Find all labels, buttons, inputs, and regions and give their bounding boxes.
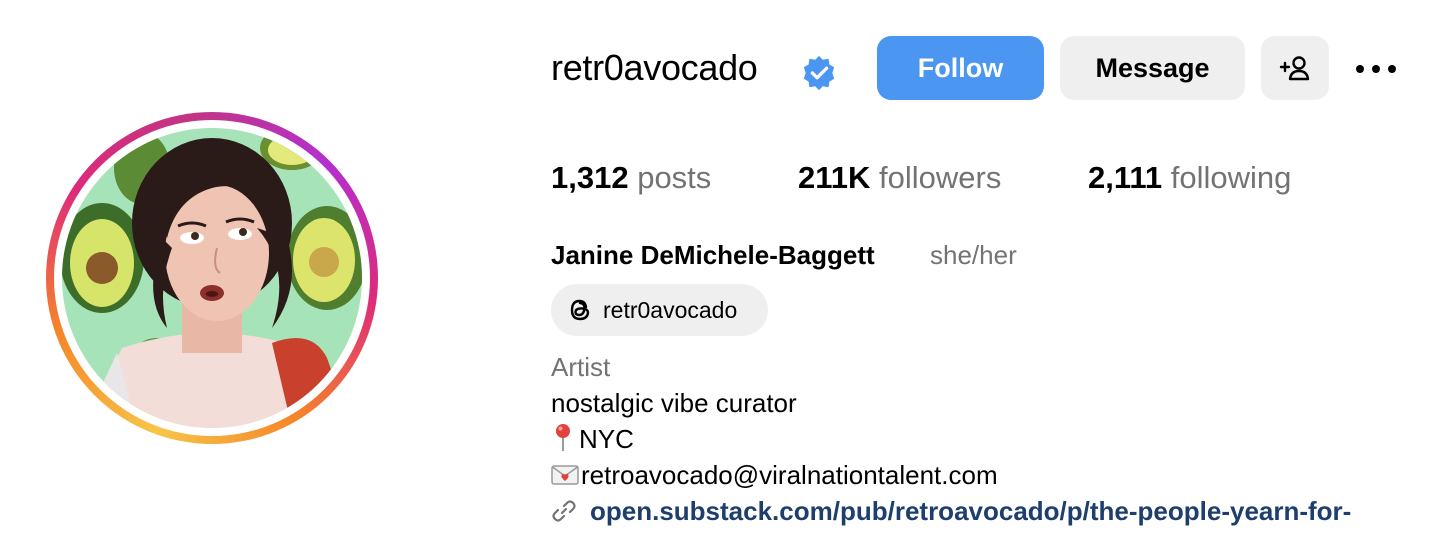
profile-username: retr0avocado	[551, 47, 758, 88]
following-label: following	[1170, 160, 1292, 195]
posts-label: posts	[637, 160, 712, 195]
avatar-image	[62, 128, 362, 428]
stat-followers[interactable]: 211K followers	[798, 158, 1001, 198]
envelope-emoji-icon	[551, 465, 579, 485]
profile-avatar-ring[interactable]	[46, 112, 378, 444]
followers-count: 211K	[798, 160, 871, 195]
profile-avatar[interactable]	[62, 128, 362, 428]
bio-link[interactable]: open.substack.com/pub/retroavocado/p/the…	[551, 494, 1430, 528]
add-user-icon	[1279, 56, 1310, 81]
profile-full-name: Janine DeMichele-Baggett	[551, 240, 875, 270]
profile-pronouns: she/her	[930, 240, 1017, 270]
threads-icon	[570, 299, 590, 321]
email-text: retroavocado@viralnationtalent.com	[581, 460, 998, 490]
posts-count: 1,312	[551, 160, 629, 195]
suggest-accounts-button[interactable]	[1261, 36, 1329, 100]
bio-line-1: nostalgic vibe curator	[551, 388, 797, 418]
bio-line-3: retroavocado@viralnationtalent.com	[551, 458, 998, 492]
profile-category: Artist	[551, 352, 611, 382]
following-count: 2,111	[1088, 160, 1163, 195]
threads-link-chip[interactable]: retr0avocado	[551, 284, 768, 336]
bio-link-text[interactable]: open.substack.com/pub/retroavocado/p/the…	[590, 494, 1351, 528]
message-button[interactable]: Message	[1060, 36, 1245, 100]
link-icon	[552, 500, 576, 522]
bio-line-2: NYC	[551, 422, 634, 456]
stat-posts: 1,312 posts	[551, 158, 711, 198]
follow-button[interactable]: Follow	[877, 36, 1044, 100]
location-text: NYC	[579, 424, 634, 454]
threads-handle: retr0avocado	[603, 296, 738, 323]
followers-label: followers	[879, 160, 1002, 195]
more-options-icon[interactable]	[1352, 54, 1400, 84]
verified-badge-icon	[803, 55, 835, 91]
stat-following[interactable]: 2,111 following	[1088, 158, 1291, 198]
avatar-border	[54, 120, 370, 436]
pin-emoji-icon	[556, 424, 570, 451]
